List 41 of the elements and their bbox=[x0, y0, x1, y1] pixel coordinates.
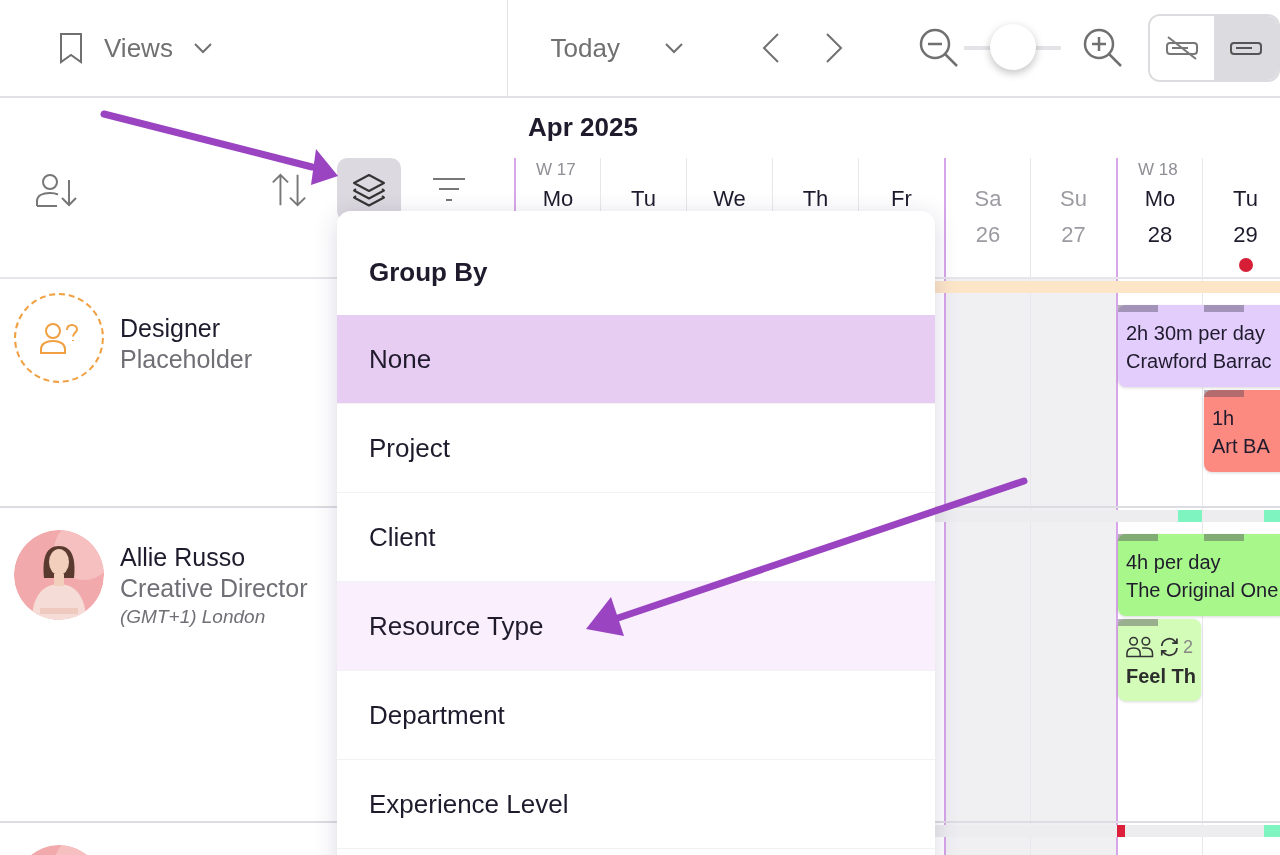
day-name: Tu bbox=[631, 186, 656, 212]
day-name: Sa bbox=[974, 186, 1002, 212]
day-name: Su bbox=[1060, 186, 1087, 212]
day-name: Mo bbox=[542, 186, 574, 212]
day-name: Fr bbox=[891, 186, 912, 212]
menu-title: Group By bbox=[368, 256, 489, 289]
today-dropdown[interactable]: Today bbox=[550, 32, 684, 64]
week-label: W 17 bbox=[535, 159, 576, 181]
booking-card[interactable]: 2 Feel Th bbox=[1118, 619, 1201, 701]
booking-count: 2 bbox=[1183, 636, 1193, 658]
person-name: Allie Russo bbox=[120, 542, 247, 573]
person-name: Designer bbox=[120, 313, 222, 344]
booking-text: Art BA bbox=[1212, 434, 1271, 459]
person-timezone: (GMT+1) London bbox=[120, 605, 267, 629]
booking-text: The Original One bbox=[1126, 578, 1279, 603]
person-role: Placeholder bbox=[120, 344, 253, 375]
booking-text: Crawford Barrac bbox=[1126, 349, 1273, 374]
booking-title: Feel Th bbox=[1126, 664, 1193, 689]
booking-text: 4h per day bbox=[1126, 550, 1222, 575]
week-label: W 18 bbox=[1137, 159, 1178, 181]
day-name: Th bbox=[802, 186, 829, 212]
menu-item[interactable]: Experience Level bbox=[337, 760, 935, 849]
booking-text: 1h bbox=[1212, 406, 1236, 431]
views-dropdown[interactable]: Views bbox=[58, 32, 213, 64]
menu-item[interactable]: Department bbox=[337, 671, 935, 760]
day-date: 27 bbox=[1061, 222, 1086, 248]
day-name: Mo bbox=[1144, 186, 1176, 212]
day-date: 29 bbox=[1233, 222, 1258, 248]
person-role: Creative Director bbox=[120, 573, 308, 604]
menu-item[interactable]: Project bbox=[337, 404, 935, 493]
booking-card[interactable]: 4h per day The Original One bbox=[1118, 534, 1280, 616]
menu-item[interactable]: Resource Type bbox=[337, 582, 935, 671]
booking-card[interactable]: 2h 30m per day Crawford Barrac bbox=[1118, 305, 1280, 387]
menu-item[interactable]: None bbox=[337, 315, 935, 404]
month-title: Apr 2025 bbox=[527, 111, 639, 144]
day-date: 28 bbox=[1147, 222, 1173, 248]
day-name: Tu bbox=[1233, 186, 1258, 212]
booking-text: 2h 30m per day bbox=[1126, 321, 1266, 346]
day-name: We bbox=[713, 186, 746, 212]
day-date: 26 bbox=[975, 222, 1001, 248]
booking-card[interactable]: 1h Art BA bbox=[1204, 390, 1280, 472]
